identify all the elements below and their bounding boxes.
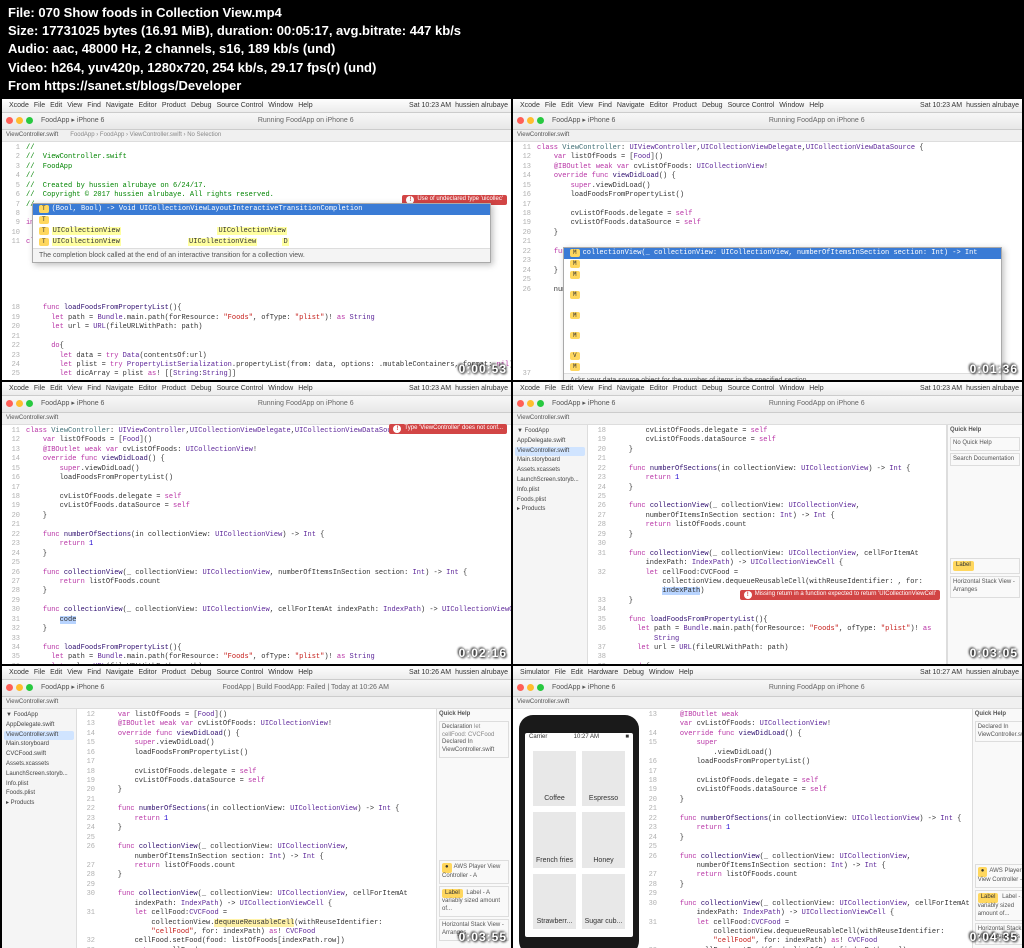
xcode-toolbar: FoodApp ▸ iPhone 6 Running FoodApp on iP… <box>2 113 511 130</box>
error-banner: Missing return in a function expected to… <box>740 590 940 600</box>
video-label: Video: <box>8 60 48 75</box>
inspector-panel: Quick Help Declaration let cellFood: CVC… <box>436 709 511 948</box>
menubar: Xcode FileEdit ViewFind NavigateEditor P… <box>2 99 511 113</box>
size-label: Size: <box>8 23 38 38</box>
food-cell[interactable]: French fries <box>533 812 576 867</box>
audio-label: Audio: <box>8 41 49 56</box>
size-value: 17731025 bytes (16.91 MiB), duration: 00… <box>42 23 461 38</box>
food-cell[interactable]: Honey <box>582 812 625 867</box>
from-label: From <box>8 78 41 93</box>
error-banner: Type 'ViewController' does not conf... <box>389 424 507 434</box>
food-cell[interactable]: Strawberr... <box>533 874 576 929</box>
media-info-header: File: 070 Show foods in Collection View.… <box>0 0 1024 99</box>
ios-simulator[interactable]: Carrier10:27 AM■ Coffee Espresso French … <box>519 709 639 948</box>
frame-4: Xcode FileEdit ViewFind NavigateEditor P… <box>513 382 1022 664</box>
collection-view[interactable]: Coffee Espresso French fries Honey Straw… <box>525 743 633 937</box>
audio-value: aac, 48000 Hz, 2 channels, s16, 189 kb/s… <box>53 41 336 56</box>
timestamp: 0:01:36 <box>970 362 1018 378</box>
thumbnail-grid: Xcode FileEdit ViewFind NavigateEditor P… <box>0 99 1024 948</box>
tab-bar: ViewController.swift FoodApp › FoodApp ›… <box>2 130 511 142</box>
video-value: h264, yuv420p, 1280x720, 254 kb/s, 29.17… <box>51 60 376 75</box>
timestamp: 0:04:35 <box>970 930 1018 946</box>
inspector-panel: Quick Help No Quick Help Search Document… <box>947 425 1022 664</box>
frame-6: Simulator File Edit Hardware Debug Windo… <box>513 666 1022 948</box>
timestamp: 0:03:05 <box>970 646 1018 662</box>
timestamp: 0:03:55 <box>459 930 507 946</box>
code-editor[interactable]: 11class ViewController: UIViewController… <box>2 425 511 664</box>
from-url: https://sanet.st/blogs/Developer <box>44 78 241 93</box>
food-cell[interactable]: Espresso <box>582 751 625 806</box>
frame-1: Xcode FileEdit ViewFind NavigateEditor P… <box>2 99 511 380</box>
project-navigator[interactable]: ▼ FoodApp AppDelegate.swift ViewControll… <box>513 425 588 664</box>
file-value: 070 Show foods in Collection View.mp4 <box>38 5 281 20</box>
autocomplete-popup[interactable]: McollectionView(_ collectionView: UIColl… <box>563 247 1002 380</box>
food-cell[interactable]: Sugar cub... <box>582 874 625 929</box>
autocomplete-popup[interactable]: T(Bool, Bool) -> Void UICollectionViewLa… <box>32 203 491 263</box>
file-label: File: <box>8 5 35 20</box>
frame-3: Xcode FileEdit ViewFind NavigateEditor P… <box>2 382 511 664</box>
food-cell[interactable]: Coffee <box>533 751 576 806</box>
timestamp: 0:02:16 <box>459 646 507 662</box>
project-navigator[interactable]: ▼ FoodApp AppDelegate.swift ViewControll… <box>2 709 77 948</box>
frame-2: Xcode FileEdit ViewFind NavigateEditor P… <box>513 99 1022 380</box>
timestamp: 0:00:53 <box>459 362 507 378</box>
iphone-frame: Carrier10:27 AM■ Coffee Espresso French … <box>519 715 639 948</box>
inspector-panel: Quick Help Declared In ViewController.sw… <box>972 709 1022 948</box>
frame-5: Xcode FileEdit ViewFind NavigateEditor P… <box>2 666 511 948</box>
